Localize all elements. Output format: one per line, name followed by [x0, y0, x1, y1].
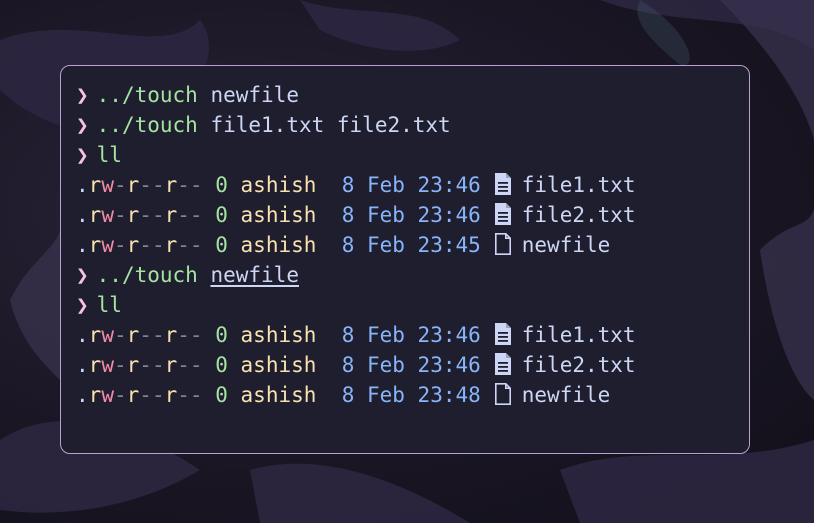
file-size: 0: [215, 233, 228, 257]
command-line: ❯ ../touch file1.txt file2.txt: [76, 110, 749, 140]
text-file-icon: [493, 172, 513, 196]
file-entry: .rw-r--r-- 0 ashish 8 Feb 23:45 newfile: [76, 230, 749, 260]
text-file-icon: [493, 202, 513, 226]
file-owner: ashish: [240, 353, 317, 377]
command-line: ❯ ../touch newfile: [76, 80, 749, 110]
file-owner: ashish: [240, 323, 317, 347]
file-name: file1.txt: [521, 173, 636, 197]
command-name: ../touch: [96, 83, 198, 107]
file-entry: .rw-r--r-- 0 ashish 8 Feb 23:46 file1.txt: [76, 170, 749, 200]
file-size: 0: [215, 203, 228, 227]
prompt-symbol: ❯: [76, 113, 89, 137]
file-name: newfile: [521, 383, 611, 407]
file-owner: ashish: [240, 233, 317, 257]
terminal-window[interactable]: ❯ ../touch newfile ❯ ../touch file1.txt fil…: [60, 65, 750, 454]
modified-date: 8 Feb 23:46: [329, 173, 481, 197]
empty-file-icon: [493, 232, 513, 256]
text-file-icon: [493, 352, 513, 376]
permissions: .rw-r--r--: [76, 173, 203, 197]
command-name: ../touch: [96, 113, 198, 137]
modified-date: 8 Feb 23:48: [329, 383, 481, 407]
modified-date: 8 Feb 23:46: [329, 323, 481, 347]
command-args: file1.txt file2.txt: [210, 113, 451, 137]
file-owner: ashish: [240, 173, 317, 197]
command-line: ❯ ../touch newfile: [76, 260, 749, 290]
file-entry: .rw-r--r-- 0 ashish 8 Feb 23:46 file2.txt: [76, 200, 749, 230]
prompt-symbol: ❯: [76, 293, 89, 317]
file-name: newfile: [521, 233, 611, 257]
file-owner: ashish: [240, 383, 317, 407]
command-line: ❯ ll: [76, 140, 749, 170]
modified-date: 8 Feb 23:45: [329, 233, 481, 257]
command-name: ll: [96, 293, 122, 317]
command-args: newfile: [210, 263, 299, 287]
permissions: .rw-r--r--: [76, 353, 203, 377]
prompt-symbol: ❯: [76, 83, 89, 107]
file-name: file2.txt: [521, 353, 636, 377]
command-name: ll: [96, 143, 122, 167]
file-size: 0: [215, 383, 228, 407]
file-entry: .rw-r--r-- 0 ashish 8 Feb 23:46 file2.txt: [76, 350, 749, 380]
file-entry: .rw-r--r-- 0 ashish 8 Feb 23:48 newfile: [76, 380, 749, 410]
prompt-symbol: ❯: [76, 263, 89, 287]
file-size: 0: [215, 353, 228, 377]
file-size: 0: [215, 323, 228, 347]
permissions: .rw-r--r--: [76, 323, 203, 347]
empty-file-icon: [493, 382, 513, 406]
permissions: .rw-r--r--: [76, 383, 203, 407]
file-entry: .rw-r--r-- 0 ashish 8 Feb 23:46 file1.txt: [76, 320, 749, 350]
file-size: 0: [215, 173, 228, 197]
command-name: ../touch: [96, 263, 198, 287]
modified-date: 8 Feb 23:46: [329, 353, 481, 377]
command-args: newfile: [210, 83, 299, 107]
permissions: .rw-r--r--: [76, 203, 203, 227]
terminal-output: ❯ ../touch newfile ❯ ../touch file1.txt fil…: [76, 80, 749, 410]
file-name: file1.txt: [521, 323, 636, 347]
command-line: ❯ ll: [76, 290, 749, 320]
file-owner: ashish: [240, 203, 317, 227]
file-name: file2.txt: [521, 203, 636, 227]
modified-date: 8 Feb 23:46: [329, 203, 481, 227]
text-file-icon: [493, 322, 513, 346]
permissions: .rw-r--r--: [76, 233, 203, 257]
prompt-symbol: ❯: [76, 143, 89, 167]
